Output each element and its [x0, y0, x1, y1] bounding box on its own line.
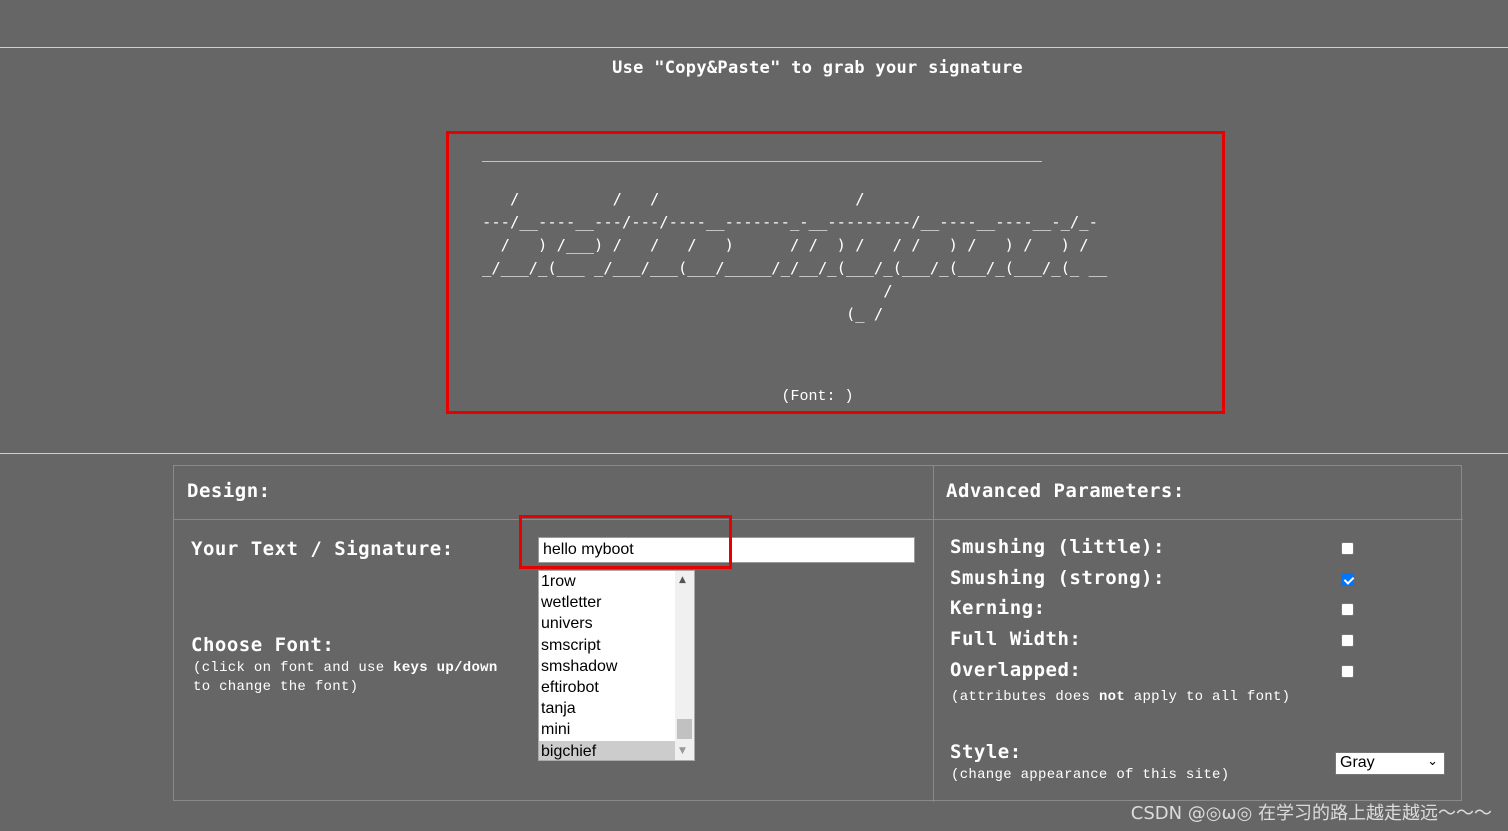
- csdn-watermark: CSDN @◎ω◎ 在学习的路上越走越远～～～: [1130, 803, 1492, 824]
- attributes-note-pre: (attributes does: [951, 689, 1099, 705]
- style-select[interactable]: Gray ⌄: [1335, 752, 1445, 775]
- ascii-line: (_ /: [482, 305, 884, 323]
- ascii-line: _/___/_(___ _/___/___(___/_____/_/__/_(_…: [482, 259, 1108, 277]
- param-label: Overlapped:: [950, 659, 1082, 681]
- param-label: Smushing (strong):: [950, 567, 1165, 589]
- font-option[interactable]: bigchief: [539, 740, 678, 760]
- param-checkbox[interactable]: [1341, 603, 1354, 616]
- param-label: Smushing (little):: [950, 536, 1165, 558]
- param-checkbox[interactable]: [1341, 573, 1354, 586]
- font-option[interactable]: smshadow: [539, 656, 678, 677]
- ascii-line: / / / /: [482, 190, 865, 208]
- param-checkbox[interactable]: [1341, 542, 1354, 555]
- attributes-note-post: apply to all font): [1125, 689, 1291, 705]
- design-heading: Design:: [187, 480, 271, 502]
- style-select-value: Gray: [1340, 754, 1375, 771]
- scroll-thumb[interactable]: [677, 719, 692, 739]
- ascii-line: /: [482, 282, 893, 300]
- scroll-up-icon[interactable]: ▲: [679, 575, 686, 585]
- font-option[interactable]: 1row: [539, 571, 678, 592]
- font-listbox[interactable]: 1row wetletter univers smscript smshadow efti…: [538, 570, 695, 761]
- font-option[interactable]: mini: [539, 719, 678, 740]
- font-caption: (Font: ): [781, 388, 854, 405]
- font-option[interactable]: smscript: [539, 635, 678, 656]
- attributes-note: (attributes does not apply to all font): [951, 688, 1290, 707]
- text-signature-label: Your Text / Signature:: [191, 538, 454, 560]
- settings-panel: Design: Advanced Parameters: Your Text /…: [173, 465, 1463, 802]
- font-option[interactable]: eftirobot: [539, 677, 678, 698]
- column-divider: [933, 466, 934, 802]
- middle-divider: [0, 453, 1508, 454]
- font-hint-keys: keys up/down: [393, 660, 498, 676]
- font-hint-line-2: to change the font): [193, 679, 359, 695]
- font-hint-line-1: (click on font and use keys up/down: [193, 659, 498, 678]
- param-checkbox[interactable]: [1341, 634, 1354, 647]
- ascii-line: ________________________________________…: [482, 144, 1042, 162]
- copy-paste-instruction: Use "Copy&Paste" to grab your signature: [612, 58, 1023, 78]
- signature-text-input[interactable]: [538, 537, 915, 563]
- ascii-line: ---/__----__---/---/----__-------_-__---…: [482, 213, 1098, 231]
- font-hint-text: (click on font and use: [193, 660, 394, 676]
- style-label: Style:: [950, 741, 1022, 763]
- font-option[interactable]: tanja: [539, 698, 678, 719]
- top-divider: [0, 47, 1508, 48]
- advanced-parameters-heading: Advanced Parameters:: [946, 480, 1185, 502]
- choose-font-label: Choose Font:: [191, 634, 335, 656]
- scroll-down-icon[interactable]: ▼: [679, 746, 686, 756]
- font-list-scrollbar[interactable]: ▲ ▼: [675, 571, 694, 760]
- attributes-note-bold: not: [1098, 689, 1126, 705]
- ascii-signature-output: ________________________________________…: [482, 142, 1107, 326]
- chevron-down-icon: ⌄: [1427, 754, 1438, 769]
- param-label: Full Width:: [950, 628, 1082, 650]
- font-option[interactable]: univers: [539, 613, 678, 634]
- param-checkbox[interactable]: [1341, 665, 1354, 678]
- font-options: 1row wetletter univers smscript smshadow efti…: [539, 571, 694, 760]
- header-divider: [174, 519, 1463, 520]
- font-option[interactable]: wetletter: [539, 592, 678, 613]
- style-hint: (change appearance of this site): [951, 767, 1230, 783]
- param-label: Kerning:: [950, 597, 1046, 619]
- ascii-line: / ) /___) / / / ) / / ) / / / ) / ) / ) …: [482, 236, 1089, 254]
